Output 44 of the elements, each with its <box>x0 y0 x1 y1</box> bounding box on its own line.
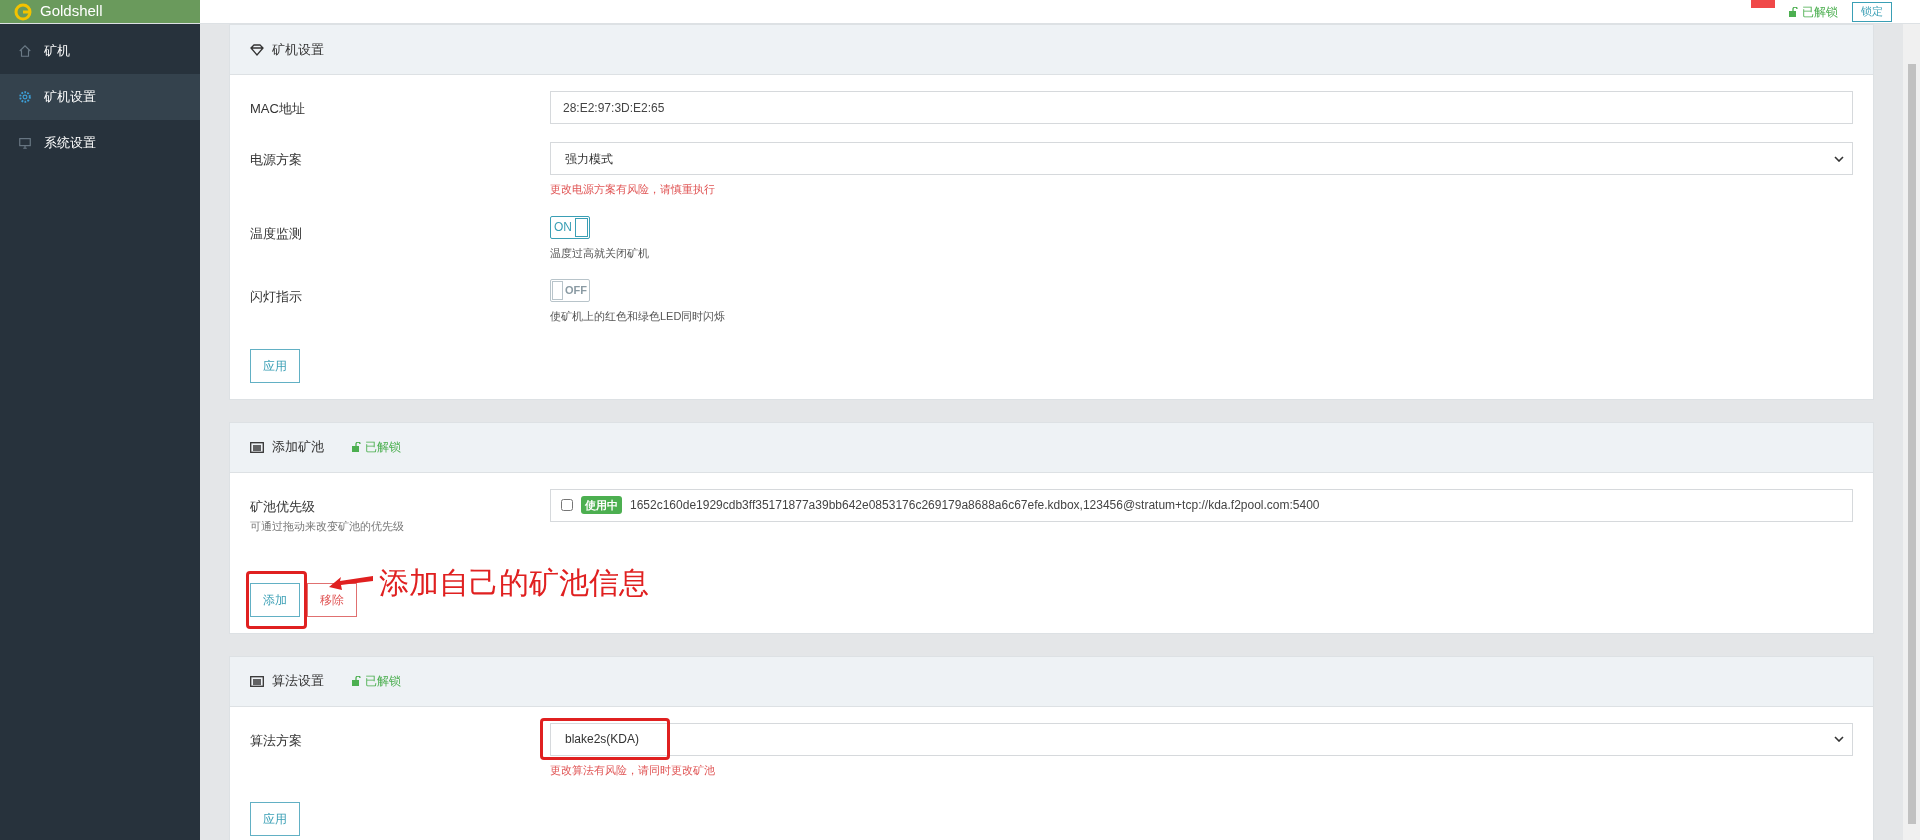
section-title: 算法设置 <box>272 672 324 691</box>
lock-status: 已解锁 <box>365 439 401 456</box>
lock-status: 已解锁 <box>365 673 401 690</box>
monitor-icon <box>18 136 32 150</box>
chevron-down-icon <box>1834 155 1844 162</box>
alert-badge-icon <box>1751 0 1775 8</box>
section-title: 矿机设置 <box>272 40 324 59</box>
lock-status: 已解锁 <box>1802 3 1838 21</box>
field-label: MAC地址 <box>250 100 306 118</box>
unlock-icon <box>352 676 361 686</box>
hint-text: 使矿机上的红色和绿色LED同时闪烁 <box>550 309 727 324</box>
select-field[interactable]: 强力模式 <box>550 142 1853 175</box>
hint-text: 更改电源方案有风险，请慎重执行 <box>550 182 716 197</box>
hint-text: 温度过高就关闭矿机 <box>550 245 650 261</box>
field-sublabel: 可通过拖动来改变矿池的优先级 <box>250 519 405 534</box>
list-icon <box>250 675 264 687</box>
pool-url: 1652c160de1929cdb3ff35171877a39bb642e0853176c269179a8688a6c67efe.kdbox,123456@stratum+tcp://kda.f2pool.com:5400 <box>630 497 1320 514</box>
select-field[interactable]: blake2s(KDA) <box>550 722 1853 756</box>
sidebar-item[interactable]: 系统设置 <box>0 120 200 166</box>
field-label: 闪灯指示 <box>250 288 303 306</box>
input-field[interactable]: 28:E2:97:3D:E2:65 <box>550 91 1853 124</box>
home-icon <box>18 44 32 58</box>
annotation-text: 添加自己的矿池信息 <box>379 567 649 598</box>
pool-entry[interactable]: 使用中 1652c160de1929cdb3ff35171877a39bb642e0853176c269179a8688a6c67efe.kdbox,123456@stratum+tcp://kda.f2pool.com:5400 <box>550 488 1853 522</box>
status-badge: 使用中 <box>581 495 622 515</box>
list-icon <box>250 441 264 453</box>
unlock-icon <box>352 442 361 452</box>
field-label: 算法方案 <box>250 731 303 750</box>
field-label: 温度监测 <box>250 224 303 243</box>
sidebar-item[interactable]: 矿机设置 <box>0 74 200 120</box>
field-label: 矿池优先级 <box>250 497 316 516</box>
brand-name: Goldshell <box>40 1 103 22</box>
checkbox[interactable] <box>561 499 573 511</box>
diamond-icon <box>250 43 264 56</box>
gear-icon <box>18 90 32 104</box>
hint-text: 更改算法有风险，请同时更改矿池 <box>550 762 716 778</box>
logo-icon <box>14 2 32 21</box>
action-button[interactable]: 移除 <box>307 582 357 617</box>
chevron-down-icon <box>1834 736 1844 742</box>
sidebar-item[interactable]: 矿机 <box>0 28 200 74</box>
unlock-icon <box>1789 6 1798 17</box>
field-label: 电源方案 <box>250 151 303 169</box>
section-title: 添加矿池 <box>272 438 324 457</box>
arrow-icon <box>329 575 373 590</box>
